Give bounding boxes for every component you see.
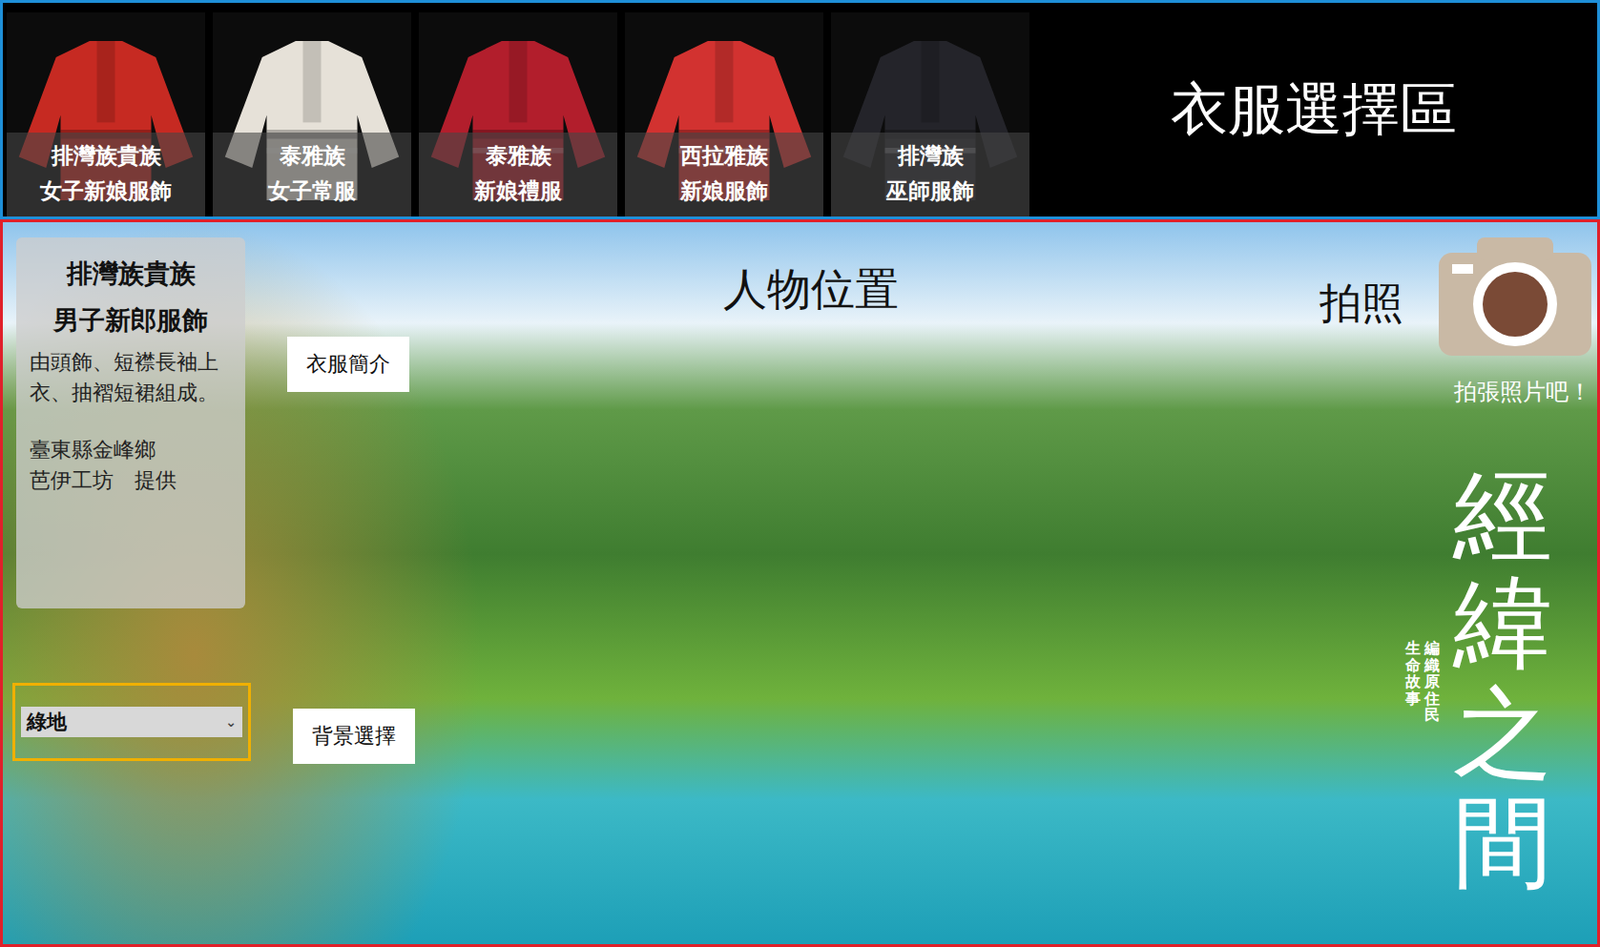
background-select[interactable]: 綠地 ⌄ <box>20 706 243 738</box>
dropdown-arrow-icon: ⌄ <box>225 714 237 730</box>
photo-hint: 拍張照片吧！ <box>1454 376 1592 408</box>
info-description: 由頭飾、短襟長袖上衣、抽褶短裙組成。 <box>29 347 232 409</box>
figure-position-annotation: 人物位置 <box>723 260 899 320</box>
photo-stage: 排灣族貴族男子新郎服飾 由頭飾、短襟長袖上衣、抽褶短裙組成。 臺東縣金峰鄉芭伊工… <box>0 219 1600 947</box>
clothing-list: 排灣族貴族 女子新娘服飾 泰雅族 女子常服 泰雅族 新娘禮服 西拉雅族 新娘服飾… <box>6 12 1030 217</box>
clothing-item[interactable]: 泰雅族 女子常服 <box>212 12 412 217</box>
info-title: 排灣族貴族男子新郎服飾 <box>29 250 232 344</box>
clothing-info-card: 排灣族貴族男子新郎服飾 由頭飾、短襟長袖上衣、抽褶短裙組成。 臺東縣金峰鄉芭伊工… <box>16 237 246 609</box>
clothing-label-line: 排灣族貴族 <box>6 138 206 174</box>
info-credit: 臺東縣金峰鄉芭伊工坊 提供 <box>29 435 232 497</box>
clothing-item[interactable]: 泰雅族 新娘禮服 <box>418 12 618 217</box>
clothing-item[interactable]: 排灣族貴族 女子新娘服飾 <box>6 12 206 217</box>
logo-subtitle: 編織原住民 <box>1424 640 1440 725</box>
background-select-value: 綠地 <box>26 708 67 736</box>
info-title-line: 排灣族貴族 <box>29 250 232 298</box>
clothing-label-line: 巫師服飾 <box>831 173 1030 209</box>
logo: 生命故事 編織原住民 經緯之間 <box>1405 460 1553 898</box>
info-title-line: 男子新郎服飾 <box>29 297 232 345</box>
background-annotation: 背景選擇 <box>292 708 416 765</box>
clothing-label-line: 排灣族 <box>831 138 1030 174</box>
clothing-label: 泰雅族 女子常服 <box>212 132 412 217</box>
clothing-label-line: 女子常服 <box>212 173 412 209</box>
photo-annotation: 拍照 <box>1319 275 1404 333</box>
clothing-label: 排灣族貴族 女子新娘服飾 <box>6 132 206 217</box>
camera-icon[interactable] <box>1438 235 1592 358</box>
clothing-item[interactable]: 西拉雅族 新娘服飾 <box>624 12 824 217</box>
info-credit-line: 芭伊工坊 提供 <box>29 465 232 497</box>
clothing-label-line: 女子新娘服飾 <box>6 173 206 209</box>
clothing-label-line: 泰雅族 <box>212 138 412 174</box>
logo-subtitle: 生命故事 <box>1405 640 1421 707</box>
background-select-frame: 綠地 ⌄ <box>12 683 251 762</box>
info-credit-line: 臺東縣金峰鄉 <box>29 435 232 466</box>
clothing-area-annotation: 衣服選擇區 <box>1029 71 1598 149</box>
clothing-label: 排灣族 巫師服飾 <box>831 132 1030 217</box>
dress-up-page: 排灣族貴族 女子新娘服飾 泰雅族 女子常服 泰雅族 新娘禮服 西拉雅族 新娘服飾… <box>0 0 1600 947</box>
clothing-label-line: 新娘禮服 <box>418 173 618 209</box>
clothing-selection-bar: 排灣族貴族 女子新娘服飾 泰雅族 女子常服 泰雅族 新娘禮服 西拉雅族 新娘服飾… <box>0 0 1600 220</box>
clothing-label-line: 泰雅族 <box>418 138 618 174</box>
logo-title: 經緯之間 <box>1453 460 1553 898</box>
clothing-item[interactable]: 排灣族 巫師服飾 <box>831 12 1030 217</box>
clothing-label: 泰雅族 新娘禮服 <box>418 132 618 217</box>
info-annotation: 衣服簡介 <box>287 336 410 393</box>
clothing-label: 西拉雅族 新娘服飾 <box>624 132 824 217</box>
clothing-label-line: 西拉雅族 <box>624 138 824 174</box>
clothing-label-line: 新娘服飾 <box>624 173 824 209</box>
